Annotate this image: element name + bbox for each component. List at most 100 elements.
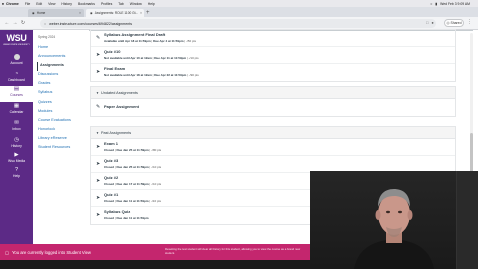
assignment-points: -/80 pts: [151, 148, 162, 152]
menu-bookmarks[interactable]: Bookmarks: [78, 2, 95, 6]
course-nav-discussions[interactable]: Discussions: [37, 71, 71, 80]
course-nav-student-resources[interactable]: Student Resources: [37, 144, 71, 153]
assignment-title[interactable]: Quiz #2: [104, 175, 118, 180]
assignment-title[interactable]: Quiz #1: [104, 192, 118, 197]
forward-icon[interactable]: →: [11, 20, 19, 26]
url-text: weber.instructure.com/courses/694822/ass…: [49, 21, 133, 26]
assignment-availability: Not available until Apr 18 at 12am: [104, 73, 152, 77]
course-nav-home[interactable]: Home: [37, 44, 71, 53]
menu-edit[interactable]: Edit: [36, 2, 42, 6]
address-bar[interactable]: ○ weber.instructure.com/courses/694822/a…: [40, 19, 436, 28]
extension-icon[interactable]: □: [426, 20, 428, 25]
rocket-icon: ➤: [96, 195, 101, 201]
course-nav-modules[interactable]: Modules: [37, 108, 71, 117]
assignment-icon: ✎: [96, 104, 101, 110]
assignment-row[interactable]: ✎ Syllabus Assignment Final Draft Availa…: [91, 30, 455, 47]
menu-view[interactable]: View: [48, 2, 55, 6]
assignment-title[interactable]: Syllabus Quiz: [104, 209, 130, 214]
assignment-meta: Closed | Due Jan 25 at 11:59pm | -/80 pt…: [104, 148, 162, 152]
assignment-icon: ✎: [96, 35, 101, 41]
course-nav-quizzes[interactable]: Quizzes: [37, 99, 71, 108]
webcam-video: [310, 171, 478, 269]
student-view-icon: ◯: [4, 249, 10, 255]
menu-profiles[interactable]: Profiles: [101, 2, 112, 6]
assignment-group-header[interactable]: ▼ Past Assignments: [91, 127, 455, 139]
share-button[interactable]: ◎ Shared: [444, 19, 464, 27]
assignment-due: Due Apr 4 at 11:59pm: [153, 39, 184, 43]
student-view-description: Resetting the test student will clear al…: [165, 247, 301, 255]
menu-tab[interactable]: Tab: [118, 2, 123, 6]
menu-help[interactable]: Help: [148, 2, 155, 6]
course-nav-honorlock[interactable]: Honorlock: [37, 126, 71, 135]
more-menu-icon[interactable]: ⋮: [467, 19, 472, 25]
menu-app-name[interactable]: Chrome: [6, 2, 19, 6]
assignment-due: Due Jan 25 at 11:59pm: [116, 165, 149, 169]
course-nav-grades[interactable]: Grades: [37, 80, 71, 89]
assignment-title[interactable]: Final Exam: [104, 66, 125, 71]
caret-down-icon: ▼: [96, 90, 99, 95]
profile-icon[interactable]: ●: [431, 20, 433, 25]
menu-file[interactable]: File: [25, 2, 30, 6]
assignment-meta: Available until Apr 18 at 11:59pm | Due …: [104, 39, 196, 43]
presenter-eye-right: [398, 210, 402, 214]
assignment-availability: Closed: [104, 199, 115, 203]
reload-icon[interactable]: ↻: [19, 20, 27, 26]
assignment-row[interactable]: ➤ Quiz #10 Not available until Apr 10 at…: [91, 47, 455, 64]
global-nav-calendar[interactable]: ▦ Calendar: [0, 103, 33, 119]
course-nav-announcements[interactable]: Announcements: [37, 53, 71, 62]
presenter-eye-left: [386, 210, 390, 214]
global-nav-help[interactable]: ? Help: [0, 167, 33, 183]
assignment-group-header[interactable]: ▼ Undated Assignments: [91, 87, 455, 99]
assignment-group-undated: ▼ Undated Assignments ✎ Paper Assignment: [90, 86, 456, 117]
course-nav-assignments[interactable]: Assignments: [37, 62, 71, 72]
tab-label: Assignments: ROLE 1100 Gt...: [94, 11, 139, 15]
new-tab-icon[interactable]: +: [146, 10, 150, 16]
assignment-title[interactable]: Quiz #3: [104, 158, 118, 163]
course-nav-library-ereserve[interactable]: Library eReserve: [37, 135, 71, 144]
assignment-row[interactable]: ➤ Exam 1 Closed | Due Jan 25 at 11:59pm …: [91, 139, 455, 156]
rocket-icon: ➤: [96, 52, 101, 58]
assignment-title[interactable]: Exam 1: [104, 141, 118, 146]
global-nav-account[interactable]: Account: [0, 54, 33, 70]
toolbar-icons: □ ●: [426, 20, 434, 25]
browser-tab-strip: ◉ Home × ◉ Assignments: ROLE 1100 Gt... …: [0, 7, 478, 17]
global-nav-label: Wsu Media: [8, 159, 25, 163]
assignment-availability: Closed: [104, 165, 115, 169]
course-nav-syllabus[interactable]: Syllabus: [37, 89, 71, 98]
browser-tab-assignments[interactable]: ◉ Assignments: ROLE 1100 Gt... ×: [86, 9, 144, 17]
assignment-points: -/10 pts: [150, 199, 161, 203]
course-term: Spring 2024: [38, 35, 56, 39]
menu-history[interactable]: History: [61, 2, 72, 6]
assignment-title[interactable]: Quiz #10: [104, 49, 120, 54]
course-nav-course-evaluations[interactable]: Course Evaluations: [37, 117, 71, 126]
logo-text: WSU: [6, 33, 27, 43]
global-nav-wsu-media[interactable]: ▶ Wsu Media: [0, 152, 33, 168]
favicon-icon: ◉: [32, 11, 35, 15]
wsu-logo[interactable]: WSU WEBER STATE UNIVERSITY: [3, 33, 30, 46]
close-tab-icon[interactable]: ×: [79, 11, 81, 15]
menu-window[interactable]: Window: [130, 2, 142, 6]
assignment-availability: Closed: [104, 148, 115, 152]
assignment-title[interactable]: Syllabus Assignment Final Draft: [104, 32, 165, 37]
assignment-row[interactable]: ➤ Final Exam Not available until Apr 18 …: [91, 64, 455, 81]
assignment-points: -/10 pts: [151, 182, 162, 186]
global-nav-inbox[interactable]: ✉ Inbox: [0, 120, 33, 136]
assignment-title[interactable]: Paper Assignment: [104, 104, 139, 109]
global-nav-history[interactable]: ◷ History: [0, 137, 33, 153]
os-menu-bar: ● Chrome File Edit View History Bookmark…: [0, 0, 478, 7]
assignment-points: -/50 pts: [185, 39, 196, 43]
close-tab-icon[interactable]: ×: [140, 11, 142, 15]
browser-tab-home[interactable]: ◉ Home ×: [28, 9, 84, 17]
global-nav-courses[interactable]: ▤ Courses: [0, 86, 33, 102]
tab-label: Home: [36, 11, 46, 15]
screen: ● Chrome File Edit View History Bookmark…: [0, 0, 478, 269]
menu-clock[interactable]: Wed Feb 3 9:09 AM: [440, 2, 470, 6]
back-icon[interactable]: ←: [3, 20, 11, 26]
assignment-row[interactable]: ✎ Paper Assignment: [91, 99, 455, 116]
battery-icon[interactable]: ▮: [435, 2, 437, 6]
favicon-icon: ◉: [90, 11, 93, 15]
lock-icon: ○: [44, 21, 47, 26]
assignment-meta: Not available until Apr 10 at 12am | Due…: [104, 56, 199, 60]
wifi-icon[interactable]: ≈: [430, 2, 432, 6]
global-nav-dashboard[interactable]: ◔ Dashboard: [0, 71, 33, 87]
